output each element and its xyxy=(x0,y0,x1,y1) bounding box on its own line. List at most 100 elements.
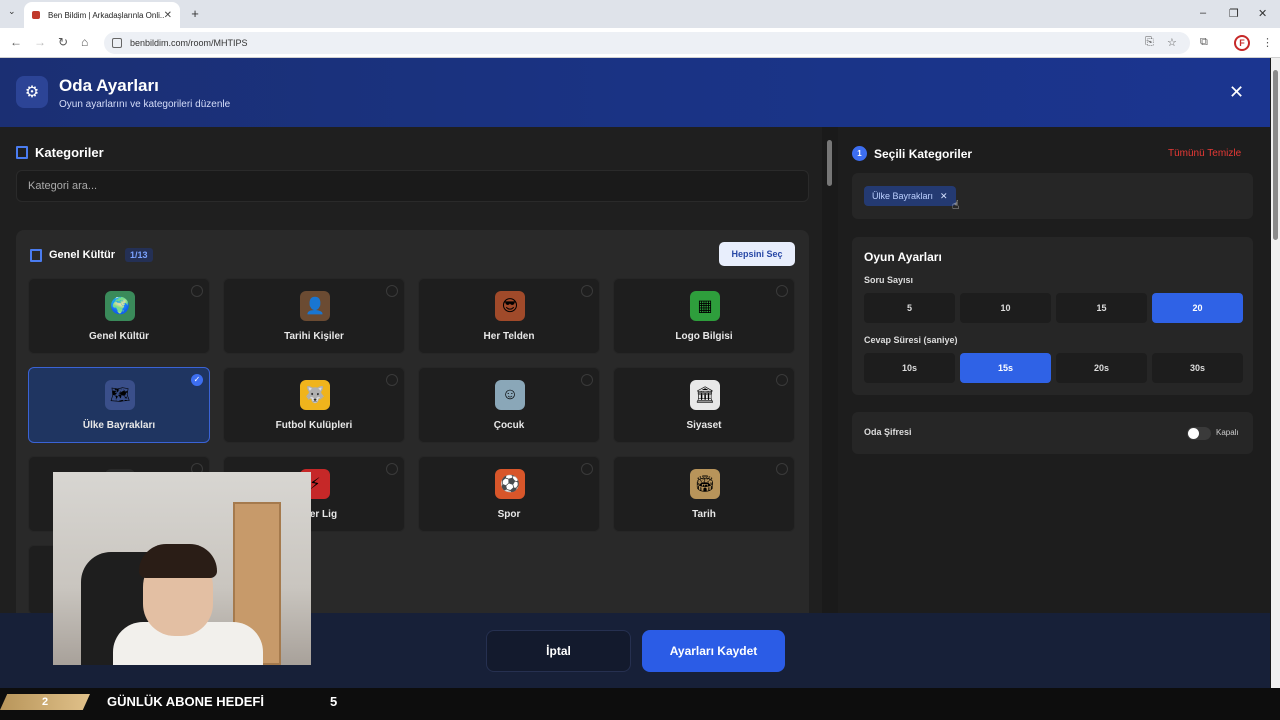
modal-close-icon[interactable]: ✕ xyxy=(1229,82,1244,103)
page-scroll-thumb[interactable] xyxy=(1273,70,1278,240)
globe-icon: 🌍 xyxy=(105,291,135,321)
selected-chip: Ülke Bayrakları ✕ xyxy=(864,186,956,206)
category-card[interactable]: 🏛 Siyaset xyxy=(613,367,795,443)
checked-radio-icon[interactable]: ✓ xyxy=(191,374,203,386)
back-icon[interactable]: ← xyxy=(10,35,22,49)
remove-chip-icon[interactable]: ✕ xyxy=(940,186,948,206)
group-count-badge: 1/13 xyxy=(125,248,153,262)
browser-tab-bar: ⌄ Ben Bildim | Arkadaşlarınla Onli... ✕ … xyxy=(0,0,1280,28)
radio-icon[interactable] xyxy=(776,374,788,386)
radio-icon[interactable] xyxy=(191,285,203,297)
category-label: Her Telden xyxy=(483,331,535,342)
site-info-icon[interactable] xyxy=(112,38,122,48)
category-search-input[interactable]: Kategori ara... xyxy=(16,170,809,202)
address-bar: ← → ↻ ⌂ benbildim.com/room/MHTIPS ⎘ ☆ ⧉ … xyxy=(0,28,1280,58)
scroll-thumb[interactable] xyxy=(827,140,832,186)
question-option-10[interactable]: 10 xyxy=(960,293,1051,323)
selected-chips-box: Ülke Bayrakları ✕ ☝ xyxy=(852,173,1253,219)
goal-current: 2 xyxy=(0,694,90,710)
building-icon xyxy=(16,146,28,159)
radio-icon[interactable] xyxy=(386,285,398,297)
categories-scrollbar[interactable] xyxy=(826,130,834,610)
window-close-icon[interactable]: ✕ xyxy=(1258,7,1267,20)
group-title: Genel Kültür xyxy=(49,249,116,261)
forward-icon[interactable]: → xyxy=(34,35,46,49)
url-field[interactable]: benbildim.com/room/MHTIPS xyxy=(104,32,1190,54)
selected-heading: 1 Seçili Kategoriler xyxy=(852,146,972,161)
category-card[interactable]: 👤 Tarihi Kişiler xyxy=(223,278,405,354)
password-state: Kapalı xyxy=(1216,428,1239,437)
person-icon: 😎 xyxy=(495,291,525,321)
category-card[interactable]: ⚽ Spor xyxy=(418,456,600,532)
category-card[interactable]: 🏟 Tarih xyxy=(613,456,795,532)
category-label: Tarihi Kişiler xyxy=(284,331,344,342)
webcam-overlay xyxy=(53,472,311,665)
question-option-20[interactable]: 20 xyxy=(1152,293,1243,323)
minimize-icon[interactable]: – xyxy=(1200,7,1206,19)
time-option-20s[interactable]: 20s xyxy=(1056,353,1147,383)
radio-icon[interactable] xyxy=(581,285,593,297)
colosseum-icon: 🏟 xyxy=(690,469,720,499)
radio-icon[interactable] xyxy=(581,374,593,386)
bookmark-star-icon[interactable]: ☆ xyxy=(1167,36,1177,49)
child-icon: ☺ xyxy=(495,380,525,410)
category-label: Spor xyxy=(497,509,521,520)
browser-menu-icon[interactable]: ⋮ xyxy=(1262,36,1273,49)
question-option-5[interactable]: 5 xyxy=(864,293,955,323)
new-tab-button[interactable]: + xyxy=(186,5,204,23)
categories-heading: Kategoriler xyxy=(16,145,104,160)
radio-icon[interactable] xyxy=(776,285,788,297)
hand-cursor-icon: ☝ xyxy=(952,198,960,212)
group-heading: Genel Kültür 1/13 xyxy=(30,248,153,262)
flag-globe-icon: 🗺 xyxy=(105,380,135,410)
selected-panel: 1 Seçili Kategoriler Tümünü Temizle Ülke… xyxy=(838,127,1270,613)
select-all-button[interactable]: Hepsini Seç xyxy=(719,242,795,266)
time-option-10s[interactable]: 10s xyxy=(864,353,955,383)
portrait-icon: 👤 xyxy=(300,291,330,321)
category-label: Siyaset xyxy=(686,420,722,431)
question-option-15[interactable]: 15 xyxy=(1056,293,1147,323)
modal-header: ⚙ Oda Ayarları Oyun ayarlarını ve katego… xyxy=(0,58,1270,127)
modal-title: Oda Ayarları xyxy=(59,76,159,95)
profile-avatar-icon[interactable]: F xyxy=(1234,35,1250,51)
tab-search-icon[interactable]: ⌄ xyxy=(8,6,16,17)
game-settings-box: Oyun Ayarları Soru Sayısı 5 10 15 20 Cev… xyxy=(852,237,1253,395)
time-option-15s[interactable]: 15s xyxy=(960,353,1051,383)
category-card[interactable]: ▦ Logo Bilgisi xyxy=(613,278,795,354)
reload-icon[interactable]: ↻ xyxy=(58,35,68,49)
restore-icon[interactable]: ❐ xyxy=(1229,7,1239,20)
building-icon: 🏛 xyxy=(690,380,720,410)
goal-target: 5 xyxy=(330,694,338,709)
radio-icon[interactable] xyxy=(386,374,398,386)
radio-icon[interactable] xyxy=(581,463,593,475)
category-card[interactable]: ☺ Çocuk xyxy=(418,367,600,443)
close-tab-icon[interactable]: ✕ xyxy=(164,10,172,21)
logo-icon: ▦ xyxy=(690,291,720,321)
browser-tab[interactable]: Ben Bildim | Arkadaşlarınla Onli... ✕ xyxy=(24,2,180,28)
save-settings-button[interactable]: Ayarları Kaydet xyxy=(642,630,785,672)
category-label: Genel Kültür xyxy=(88,331,149,342)
radio-icon[interactable] xyxy=(776,463,788,475)
wolf-crest-icon: 🐺 xyxy=(300,380,330,410)
game-settings-title: Oyun Ayarları xyxy=(864,250,942,264)
category-card[interactable]: ✓ 🗺 Ülke Bayrakları xyxy=(28,367,210,443)
settings-gear-icon: ⚙ xyxy=(16,76,48,108)
clear-all-button[interactable]: Tümünü Temizle xyxy=(1168,148,1241,159)
answer-time-label: Cevap Süresi (saniye) xyxy=(864,335,958,345)
radio-icon[interactable] xyxy=(386,463,398,475)
install-icon[interactable]: ⎘ xyxy=(1145,36,1154,49)
category-label: Çocuk xyxy=(493,420,525,431)
cancel-button[interactable]: İptal xyxy=(486,630,631,672)
category-card[interactable]: 😎 Her Telden xyxy=(418,278,600,354)
category-card[interactable]: 🐺 Futbol Kulüpleri xyxy=(223,367,405,443)
favicon-icon xyxy=(32,11,40,19)
url-text: benbildim.com/room/MHTIPS xyxy=(130,38,248,48)
password-toggle[interactable] xyxy=(1187,427,1211,440)
home-icon[interactable]: ⌂ xyxy=(81,35,88,49)
time-option-30s[interactable]: 30s xyxy=(1152,353,1243,383)
category-card[interactable]: 🌍 Genel Kültür xyxy=(28,278,210,354)
page-scrollbar[interactable] xyxy=(1271,58,1280,688)
extensions-icon[interactable]: ⧉ xyxy=(1200,36,1208,49)
goal-text: GÜNLÜK ABONE HEDEFİ xyxy=(107,694,264,709)
category-label: Futbol Kulüpleri xyxy=(275,420,353,431)
